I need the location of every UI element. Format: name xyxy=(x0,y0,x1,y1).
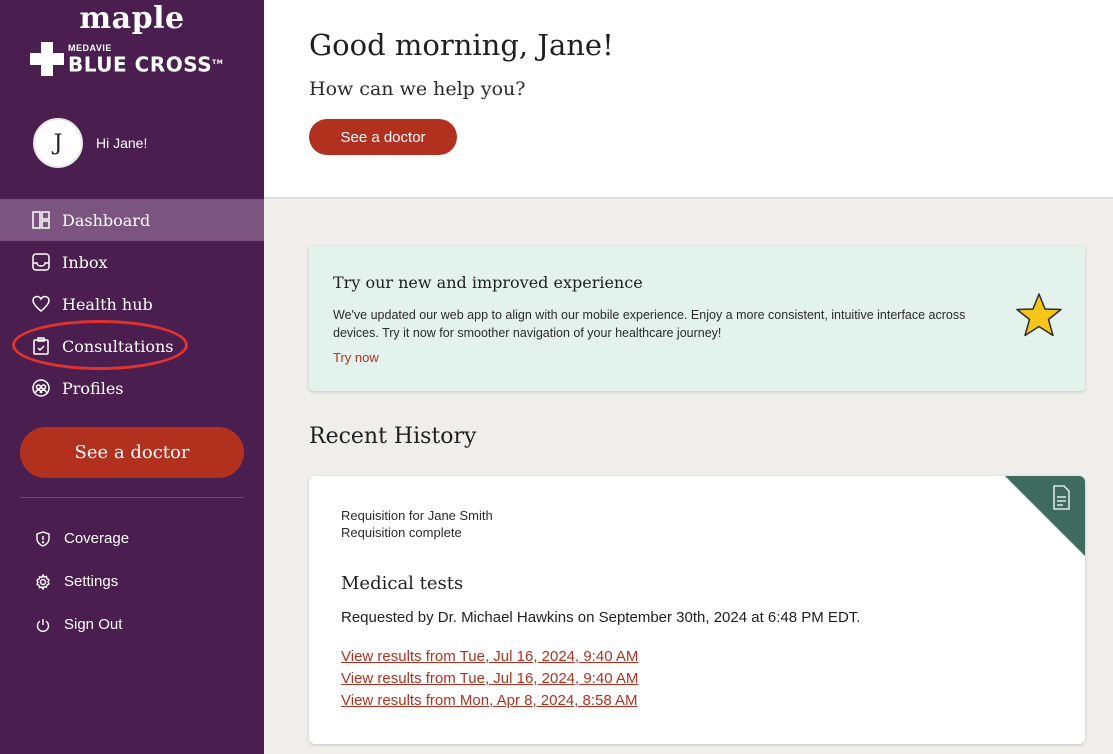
card-heading: Medical tests xyxy=(341,573,464,594)
results-links: View results from Tue, Jul 16, 2024, 9:4… xyxy=(341,646,638,712)
sidebar-item-label: Inbox xyxy=(62,252,108,272)
view-results-link[interactable]: View results from Mon, Apr 8, 2024, 8:58… xyxy=(341,690,638,712)
history-card: Requisition for Jane Smith Requisition c… xyxy=(309,476,1085,744)
heart-icon xyxy=(31,294,51,314)
promo-banner: Try our new and improved experience We'v… xyxy=(309,246,1085,391)
sidebar-item-label: Dashboard xyxy=(62,210,151,230)
sidebar-item-label: Sign Out xyxy=(64,616,123,633)
cross-logo-icon xyxy=(30,42,64,76)
requested-by: Requested by Dr. Michael Hawkins on Sept… xyxy=(341,609,861,626)
requisition-status: Requisition complete xyxy=(341,525,462,540)
sidebar-subnav: Coverage Settings Sign Out xyxy=(0,517,264,646)
red-circle-annotation xyxy=(12,320,188,370)
inbox-icon xyxy=(31,252,51,272)
corner-badge xyxy=(1005,476,1085,556)
dashboard-icon xyxy=(31,210,51,230)
sidebar-see-doctor-button[interactable]: See a doctor xyxy=(20,427,244,478)
sidebar-item-profiles[interactable]: Profiles xyxy=(0,367,264,409)
view-results-link[interactable]: View results from Tue, Jul 16, 2024, 9:4… xyxy=(341,668,638,690)
user-profile: J Hi Jane! xyxy=(33,118,147,168)
user-greeting: Hi Jane! xyxy=(96,135,148,151)
brand-medavie: MEDAVIE xyxy=(68,42,112,53)
sidebar-item-dashboard[interactable]: Dashboard xyxy=(0,199,264,241)
profiles-icon xyxy=(31,378,51,398)
brand-text: MEDAVIE BLUE CROSSTM xyxy=(68,42,224,77)
requisition-for: Requisition for Jane Smith xyxy=(341,508,493,523)
maple-wordmark: maple xyxy=(79,1,185,36)
sidebar-item-sign-out[interactable]: Sign Out xyxy=(0,603,264,646)
shield-icon xyxy=(34,530,52,548)
brand-bluecross: BLUE CROSSTM xyxy=(68,52,224,77)
brand-logo[interactable]: maple xyxy=(0,2,264,36)
page-title: Good morning, Jane! xyxy=(309,28,614,62)
sidebar-item-label: Coverage xyxy=(64,530,130,547)
greeting-subtitle: How can we help you? xyxy=(309,78,526,100)
sidebar-item-label: Health hub xyxy=(62,294,153,314)
sidebar-item-label: Settings xyxy=(64,573,119,590)
sidebar-nav: Dashboard Inbox Health hub Consultations… xyxy=(0,199,264,409)
star-icon xyxy=(1016,293,1062,337)
medavie-blue-cross-logo: MEDAVIE BLUE CROSSTM xyxy=(30,42,223,76)
greeting-panel: Good morning, Jane! How can we help you?… xyxy=(264,0,1113,199)
sidebar-item-health-hub[interactable]: Health hub xyxy=(0,283,264,325)
sidebar-item-coverage[interactable]: Coverage xyxy=(0,517,264,560)
avatar[interactable]: J xyxy=(33,118,83,168)
try-now-link[interactable]: Try now xyxy=(333,350,379,365)
power-icon xyxy=(34,616,52,634)
sidebar: maple MEDAVIE BLUE CROSSTM J Hi Jane! Da… xyxy=(0,0,264,754)
sidebar-item-settings[interactable]: Settings xyxy=(0,560,264,603)
sidebar-item-label: Profiles xyxy=(62,378,124,398)
promo-body: We've updated our web app to align with … xyxy=(333,308,966,340)
see-doctor-button[interactable]: See a doctor xyxy=(309,119,457,155)
recent-history-heading: Recent History xyxy=(309,424,477,449)
view-results-link[interactable]: View results from Tue, Jul 16, 2024, 9:4… xyxy=(341,646,638,668)
gear-icon xyxy=(34,573,52,591)
promo-title: Try our new and improved experience xyxy=(333,273,643,292)
sidebar-item-inbox[interactable]: Inbox xyxy=(0,241,264,283)
sidebar-divider xyxy=(20,497,244,498)
